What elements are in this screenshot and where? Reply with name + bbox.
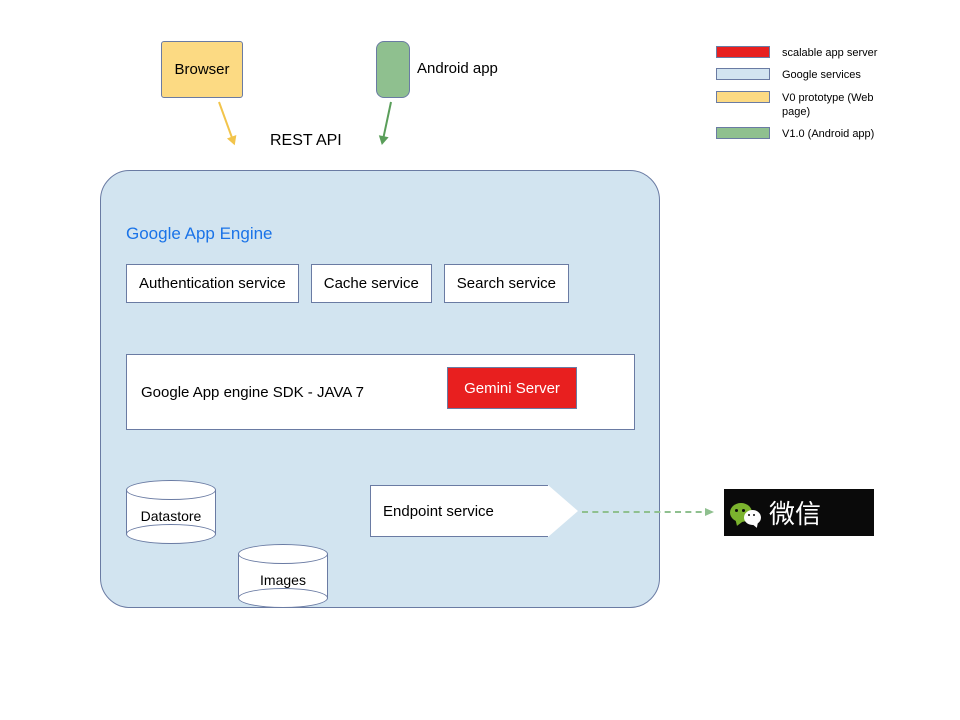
endpoint-label: Endpoint service bbox=[383, 503, 494, 520]
legend-label: scalable app server bbox=[782, 46, 877, 60]
gemini-server-box: Gemini Server bbox=[447, 367, 577, 409]
android-label: Android app bbox=[417, 60, 498, 77]
images-label: Images bbox=[238, 572, 328, 588]
wechat-label: 微信 bbox=[769, 494, 821, 531]
swatch-yellow bbox=[716, 91, 770, 103]
images-cylinder: Images bbox=[238, 544, 328, 608]
android-node bbox=[376, 41, 410, 98]
rest-api-label: REST API bbox=[270, 132, 342, 150]
legend-row: V0 prototype (Web page) bbox=[716, 91, 902, 120]
legend: scalable app server Google services V0 p… bbox=[716, 46, 902, 149]
legend-row: scalable app server bbox=[716, 46, 902, 60]
datastore-label: Datastore bbox=[126, 508, 216, 524]
legend-label: V1.0 (Android app) bbox=[782, 127, 874, 141]
legend-row: V1.0 (Android app) bbox=[716, 127, 902, 141]
endpoint-service-box: Endpoint service bbox=[370, 485, 578, 537]
arrow-android-to-api bbox=[381, 102, 392, 143]
datastore-cylinder: Datastore bbox=[126, 480, 216, 544]
services-row: Authentication service Cache service Sea… bbox=[126, 264, 569, 303]
swatch-green bbox=[716, 127, 770, 139]
arrow-browser-to-api bbox=[218, 102, 235, 144]
legend-label: Google services bbox=[782, 68, 861, 82]
legend-row: Google services bbox=[716, 68, 902, 82]
arrow-endpoint-to-wechat bbox=[582, 511, 712, 513]
wechat-icon-small bbox=[744, 510, 761, 525]
browser-label: Browser bbox=[174, 61, 229, 78]
auth-service-box: Authentication service bbox=[126, 264, 299, 303]
gemini-label: Gemini Server bbox=[464, 380, 560, 397]
sdk-box: Google App engine SDK - JAVA 7 Gemini Se… bbox=[126, 354, 635, 430]
search-service-box: Search service bbox=[444, 264, 569, 303]
swatch-blue bbox=[716, 68, 770, 80]
browser-node: Browser bbox=[161, 41, 243, 98]
swatch-red bbox=[716, 46, 770, 58]
sdk-label: Google App engine SDK - JAVA 7 bbox=[127, 384, 364, 401]
gae-title: Google App Engine bbox=[126, 224, 273, 244]
wechat-box: 微信 bbox=[724, 489, 874, 536]
legend-label: V0 prototype (Web page) bbox=[782, 91, 902, 120]
cache-service-box: Cache service bbox=[311, 264, 432, 303]
